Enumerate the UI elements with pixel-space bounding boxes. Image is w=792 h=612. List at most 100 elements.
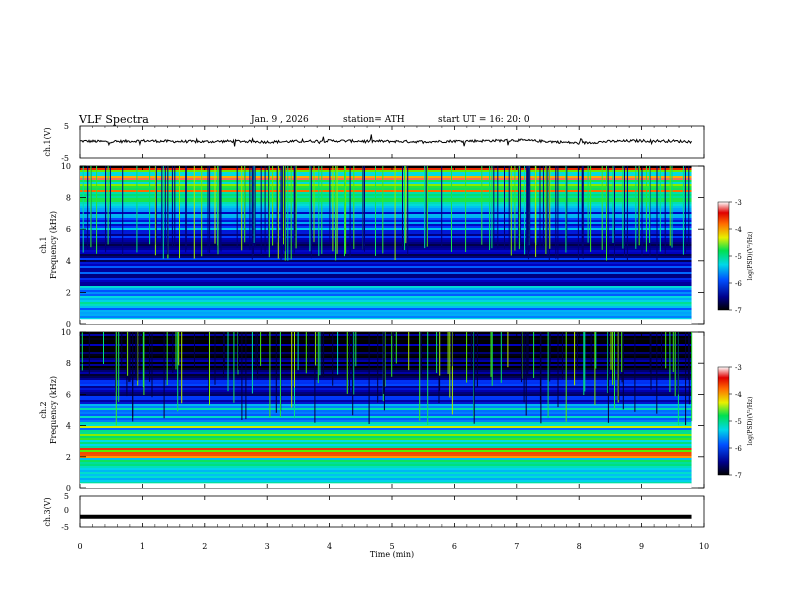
spectrogram-sferic (557, 166, 559, 260)
freq-tick-label: 10 (61, 162, 71, 171)
spectrogram-sferic (332, 332, 334, 386)
spectrogram-row (80, 304, 692, 306)
time-tick-label: 1 (140, 542, 145, 551)
spectrogram-row (80, 418, 692, 420)
spectrogram-sferic (540, 332, 542, 424)
spectrogram-row (80, 378, 692, 380)
spectrogram-baseline (80, 483, 692, 488)
spectrogram-sferic (167, 166, 169, 255)
colorbar-tick-label: -5 (735, 253, 742, 261)
spectrogram-sferic (264, 166, 266, 252)
spectrogram-row (80, 178, 692, 180)
spectrogram-sferic (521, 332, 522, 383)
spectrogram-row (80, 438, 692, 440)
spectrogram-row (80, 350, 692, 352)
spectrogram-row (80, 396, 692, 398)
spectrogram-sferic (622, 332, 624, 410)
spectrogram-sferic (193, 166, 195, 259)
spectrogram-row (80, 346, 692, 348)
spectrogram-sferic (525, 332, 527, 416)
spectrogram-sferic (649, 332, 651, 373)
spectrogram-sferic (408, 332, 410, 371)
spectrogram-sferic (139, 332, 141, 366)
spectrogram-sferic (294, 332, 295, 388)
spectrogram-sferic (402, 166, 403, 250)
ch2-colorbar-label: log(PSD)(V²/Hz) (747, 397, 754, 446)
spectrogram-sferic (669, 166, 671, 246)
spectrogram-sferic (634, 332, 636, 412)
spectrogram-row (80, 432, 692, 434)
spectrogram-sferic (143, 332, 145, 395)
spectrogram-sferic (622, 166, 624, 249)
spectrogram-sferic (214, 332, 216, 385)
spectrogram-sferic (362, 166, 364, 251)
spectrogram-sferic (576, 332, 578, 369)
spectrogram-row (80, 478, 692, 480)
spectrogram-row (80, 398, 692, 400)
spectrogram-sferic (476, 332, 478, 387)
spectrogram-row (80, 348, 692, 350)
spectrogram-sferic (595, 332, 597, 369)
ch2-ylabel-channel: ch.2 (39, 401, 48, 418)
spectrogram-sferic (105, 166, 107, 253)
spectrogram-sferic (253, 166, 255, 243)
spectrogram-sferic (404, 166, 406, 251)
spectrogram-row (80, 290, 692, 292)
spectrogram-sferic (424, 166, 426, 249)
spectrogram-row (80, 344, 692, 346)
spectrogram-sferic (291, 332, 293, 408)
colorbar-tick-label: -7 (735, 472, 742, 480)
spectrogram-sferic (425, 166, 427, 244)
spectrogram-row (80, 332, 692, 334)
spectrogram-sferic (174, 166, 176, 246)
spectrogram-sferic (420, 332, 422, 378)
spectrogram-sferic (524, 166, 526, 255)
spectrogram-sferic (645, 166, 647, 252)
colorbar-tick-label: -5 (735, 418, 742, 426)
spectrogram-sferic (293, 166, 295, 254)
spectrogram-sferic (122, 166, 124, 256)
spectrogram-sferic (368, 332, 370, 424)
spectrogram-sferic (677, 332, 679, 395)
spectrogram-row (80, 302, 692, 304)
spectrogram-sferic (590, 332, 592, 366)
spectrogram-row (80, 190, 692, 192)
spectrogram-sferic (529, 166, 531, 252)
ch1-ytick-top: 5 (64, 122, 69, 131)
colorbar-tick-label: -6 (735, 280, 742, 288)
spectrogram-sferic (136, 166, 138, 253)
spectrogram-sferic (255, 332, 257, 365)
spectrogram-sferic (209, 332, 210, 406)
spectrogram-sferic (510, 166, 512, 256)
spectrogram-sferic (128, 332, 130, 382)
ch1-spectrogram-image (80, 166, 692, 324)
spectrogram-row (80, 340, 692, 342)
spectrogram-row (80, 284, 692, 286)
time-tick-label: 9 (639, 542, 644, 551)
spectrogram-row (80, 410, 692, 412)
spectrogram-sferic (587, 166, 589, 243)
spectrogram-row (80, 224, 692, 226)
time-tick-label: 3 (265, 542, 270, 551)
spectrogram-sferic (395, 332, 397, 364)
spectrogram-sferic (451, 166, 452, 252)
ch3-ytick-bottom: -5 (61, 523, 69, 532)
spectrogram-row (80, 208, 692, 210)
spectrogram-sferic (481, 166, 483, 245)
spectrogram-row (80, 210, 692, 212)
spectrogram-row (80, 280, 692, 282)
spectrogram-row (80, 170, 692, 172)
spectrogram-sferic (241, 166, 243, 251)
spectrogram-sferic (535, 166, 537, 257)
spectrogram-sferic (549, 166, 551, 249)
spectrogram-row (80, 428, 692, 430)
ch2-colorbar (717, 366, 730, 476)
spectrogram-row (80, 392, 692, 394)
spectrogram-sferic (405, 166, 407, 244)
spectrogram-sferic (426, 166, 428, 247)
spectrogram-row (80, 388, 692, 390)
freq-tick-label: 10 (61, 328, 71, 337)
spectrogram-row (80, 252, 692, 254)
spectrogram-sferic (310, 166, 312, 259)
spectrogram-sferic (638, 166, 640, 246)
